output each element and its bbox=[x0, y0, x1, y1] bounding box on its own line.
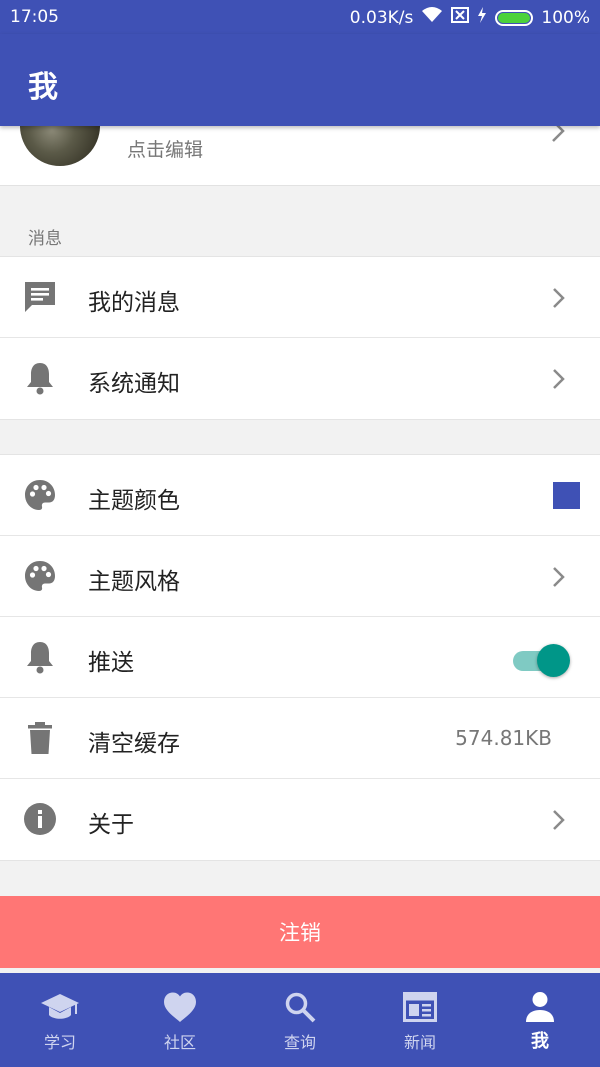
bottom-nav: 学习 社区 查询 新闻 我 bbox=[0, 973, 600, 1067]
push-toggle[interactable] bbox=[513, 641, 571, 677]
theme-style-row[interactable]: 主题风格 bbox=[0, 536, 600, 617]
nav-item-study[interactable]: 学习 bbox=[0, 973, 120, 1067]
theme-color-swatch[interactable] bbox=[553, 482, 580, 509]
nav-label-study: 学习 bbox=[43, 1033, 76, 1052]
nav-item-me[interactable]: 我 bbox=[480, 973, 600, 1067]
theme-color-row[interactable]: 主题颜色 bbox=[0, 455, 600, 536]
nav-item-news[interactable]: 新闻 bbox=[360, 973, 480, 1067]
theme-style-label: 主题风格 bbox=[88, 569, 180, 595]
theme-color-label: 主题颜色 bbox=[88, 488, 180, 514]
push-label: 推送 bbox=[88, 650, 134, 676]
page-title: 我 bbox=[28, 70, 58, 105]
nav-label-query: 查询 bbox=[283, 1033, 316, 1052]
status-right: 0.03K/s 100% bbox=[350, 6, 590, 29]
chevron-right-icon bbox=[551, 368, 567, 394]
heart-icon bbox=[160, 990, 200, 1024]
search-icon bbox=[280, 990, 320, 1024]
nav-label-me: 我 bbox=[531, 1031, 549, 1052]
my-messages-row[interactable]: 我的消息 bbox=[0, 257, 600, 338]
bell-icon bbox=[22, 639, 58, 675]
section-label-messages: 消息 bbox=[28, 229, 62, 249]
sim-off-icon bbox=[451, 7, 470, 28]
graduation-cap-icon bbox=[40, 990, 80, 1024]
clear-cache-row[interactable]: 清空缓存 574.81KB bbox=[0, 698, 600, 779]
battery-icon bbox=[495, 9, 534, 26]
nav-item-community[interactable]: 社区 bbox=[120, 973, 240, 1067]
push-row[interactable]: 推送 bbox=[0, 617, 600, 698]
chevron-right-icon bbox=[551, 566, 567, 592]
charging-icon bbox=[477, 7, 487, 28]
cache-size-value: 574.81KB bbox=[455, 726, 552, 750]
about-label: 关于 bbox=[88, 812, 134, 838]
nav-item-query[interactable]: 查询 bbox=[240, 973, 360, 1067]
battery-percent: 100% bbox=[541, 7, 590, 28]
bell-icon bbox=[22, 360, 58, 396]
system-notice-row[interactable]: 系统通知 bbox=[0, 338, 600, 419]
profile-edit-hint: 点击编辑 bbox=[127, 139, 204, 161]
clear-cache-label: 清空缓存 bbox=[88, 731, 180, 757]
chevron-right-icon bbox=[551, 809, 567, 835]
wifi-icon bbox=[421, 6, 443, 29]
chevron-right-icon bbox=[551, 287, 567, 313]
settings-card: 主题颜色 主题风格 推送 清空缓存 574.81KB 关于 bbox=[0, 454, 600, 861]
app-bar: 我 bbox=[0, 34, 600, 126]
chevron-right-icon bbox=[550, 126, 566, 148]
logout-button[interactable]: 注销 bbox=[0, 896, 600, 968]
net-speed: 0.03K/s bbox=[349, 7, 414, 28]
newspaper-icon bbox=[400, 990, 440, 1024]
status-time: 17:05 bbox=[10, 7, 59, 27]
toggle-knob bbox=[537, 644, 570, 677]
nav-label-community: 社区 bbox=[163, 1033, 196, 1052]
status-bar: 17:05 0.03K/s 100% bbox=[0, 0, 600, 34]
person-icon bbox=[520, 990, 560, 1024]
nav-label-news: 新闻 bbox=[403, 1033, 436, 1052]
avatar[interactable] bbox=[20, 126, 100, 166]
messages-card: 我的消息 系统通知 bbox=[0, 256, 600, 420]
my-messages-label: 我的消息 bbox=[88, 290, 180, 316]
about-row[interactable]: 关于 bbox=[0, 779, 600, 860]
message-icon bbox=[22, 279, 58, 315]
system-notice-label: 系统通知 bbox=[88, 371, 180, 397]
profile-row[interactable]: 点击编辑 bbox=[0, 126, 600, 186]
trash-icon bbox=[22, 720, 58, 756]
palette-icon bbox=[22, 477, 58, 513]
info-icon bbox=[22, 801, 58, 837]
palette-icon bbox=[22, 558, 58, 594]
